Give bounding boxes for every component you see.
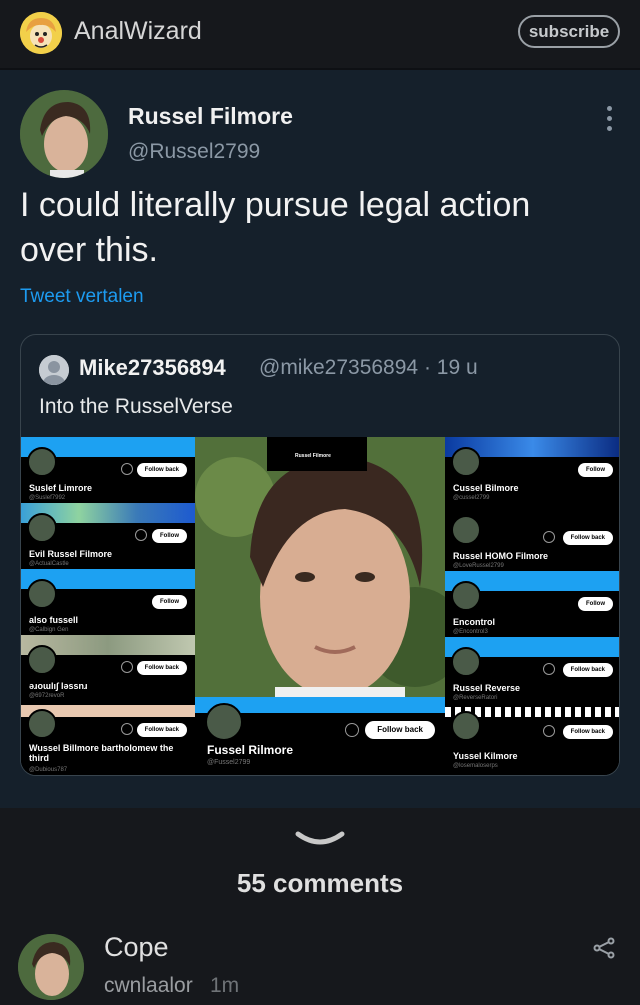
profile-avatar: [451, 711, 481, 741]
quoted-author-name[interactable]: Mike27356894: [79, 355, 226, 381]
quoted-author-handle[interactable]: @mike27356894: [259, 356, 418, 379]
profile-name: Yussel Kilmore: [453, 751, 518, 761]
message-icon: [543, 725, 555, 737]
profile-avatar: [27, 579, 57, 609]
comment-text: Cope: [104, 932, 169, 962]
message-icon: [543, 663, 555, 675]
profile-avatar: [451, 447, 481, 477]
follow-button: Follow back: [562, 725, 613, 739]
profile-handle: @losemaloserps: [453, 763, 498, 769]
top-bar: AnalWizard subscribe: [0, 0, 640, 68]
center-face-photo: [195, 437, 445, 697]
profile-card: Follow Encontrol @Encontrol3: [445, 571, 619, 637]
profile-name: Fussel Rilmore: [207, 743, 294, 757]
profile-card: Follow back Wussel Billmore bartholomew …: [21, 705, 195, 775]
follow-button: Follow back: [562, 663, 613, 677]
tweet-text: I could literally pursue legal action ov…: [20, 186, 531, 269]
profile-handle: @Encontrol3: [453, 629, 488, 635]
profile-handle: @cussel2799: [453, 495, 490, 501]
comment-username[interactable]: cwnlaalor: [104, 974, 193, 998]
comment-time: 1m: [210, 974, 240, 997]
profile-avatar: [451, 647, 481, 677]
profile-handle: @ActualCastle: [29, 561, 69, 567]
profile-card: Follow back Fussel Rilmore @Fussel2799: [195, 697, 445, 775]
collage-image[interactable]: Follow back Suslef Limrore @Suslef7992 F…: [21, 437, 619, 775]
message-icon: [543, 531, 555, 543]
profile-handle: @6972revoR: [29, 693, 65, 699]
comments-count[interactable]: 55 comments: [0, 868, 640, 899]
profile-name: also fussell: [29, 615, 79, 625]
quoted-author-avatar[interactable]: [39, 355, 69, 385]
follow-button: Follow back: [136, 463, 187, 477]
profile-avatar: [27, 645, 57, 675]
follow-button: Follow: [578, 463, 613, 477]
author-handle[interactable]: @Russel2799: [128, 140, 260, 164]
comments-section: 55 comments Cope cwnlaalor 1m: [0, 808, 640, 1005]
commenter-avatar[interactable]: [18, 934, 84, 1000]
profile-name: Russel Filmore: [295, 453, 331, 459]
profile-avatar: [27, 447, 57, 477]
subscribe-button[interactable]: subscribe: [518, 15, 620, 48]
message-icon: [121, 661, 133, 673]
share-icon[interactable]: [592, 936, 616, 960]
mini-profile-card: Russel Filmore: [267, 437, 367, 471]
profile-card: Follow back Suslef Limrore @Suslef7992: [21, 437, 195, 503]
quoted-text: Into the RusselVerse: [39, 395, 233, 418]
profile-handle: @Fussel2799: [207, 759, 251, 766]
profile-card: Follow Evil Russel Filmore @ActualCastle: [21, 503, 195, 569]
translate-tweet-link[interactable]: Tweet vertalen: [20, 286, 144, 308]
follow-button: Follow back: [365, 721, 435, 739]
follow-button: Follow back: [562, 531, 613, 545]
channel-avatar[interactable]: [20, 12, 62, 54]
profile-handle: @Dubious787: [29, 767, 68, 773]
follow-button: Follow: [578, 597, 613, 611]
profile-handle: @Calbign Gen: [29, 627, 69, 633]
channel-name[interactable]: AnalWizard: [74, 17, 202, 46]
quoted-author-meta: @mike27356894 · 19 u: [259, 356, 478, 380]
profile-name: Encontrol: [453, 617, 495, 627]
profile-name: Suslef Limrore: [29, 483, 93, 493]
profile-name: Russel HOMO Filmore: [453, 551, 549, 561]
quoted-time: · 19 u: [423, 356, 478, 379]
message-icon: [345, 723, 359, 737]
more-options-icon[interactable]: [604, 106, 614, 136]
profile-card: Follow back Russel HOMO Filmore @LoveRus…: [445, 505, 619, 571]
follow-button: Follow back: [136, 661, 187, 675]
chevron-down-icon[interactable]: [294, 828, 346, 848]
profile-card: Follow also fussell @Calbign Gen: [21, 569, 195, 635]
profile-name: Russel Reverse: [453, 683, 521, 693]
profile-avatar: [27, 709, 57, 739]
follow-button: Follow: [152, 595, 187, 609]
follow-button: Follow: [152, 529, 187, 543]
profile-handle: @Suslef7992: [29, 495, 66, 501]
profile-handle: @ReverseRatori: [453, 695, 498, 701]
profile-avatar: [451, 515, 481, 545]
message-icon: [121, 723, 133, 735]
follow-button: Follow back: [136, 723, 187, 737]
profile-handle: @LoveRussel2799: [453, 563, 504, 569]
message-icon: [135, 529, 147, 541]
profile-card: Follow back ǝɹoɯlı∫ lǝssnɹ @6972revoR: [21, 635, 195, 705]
message-icon: [121, 463, 133, 475]
profile-card: Follow Cussel Bilmore @cussel2799: [445, 437, 619, 505]
tweet-card: Russel Filmore @Russel2799 I could liter…: [0, 70, 640, 808]
author-name[interactable]: Russel Filmore: [128, 103, 293, 130]
profile-avatar: [451, 581, 481, 611]
profile-name: Evil Russel Filmore: [29, 549, 113, 559]
profile-avatar: [205, 703, 243, 741]
quoted-tweet[interactable]: Mike27356894 @mike27356894 · 19 u Into t…: [20, 334, 620, 776]
profile-card: Follow back Russel Reverse @ReverseRator…: [445, 637, 619, 707]
profile-name: ǝɹoɯlı∫ lǝssnɹ: [29, 681, 88, 691]
profile-name: Wussel Billmore bartholomew the third: [29, 743, 174, 763]
profile-card: Follow back Yussel Kilmore @losemaloserp…: [445, 707, 619, 775]
profile-name: Cussel Bilmore: [453, 483, 519, 493]
author-avatar[interactable]: [20, 90, 108, 178]
profile-avatar: [27, 513, 57, 543]
